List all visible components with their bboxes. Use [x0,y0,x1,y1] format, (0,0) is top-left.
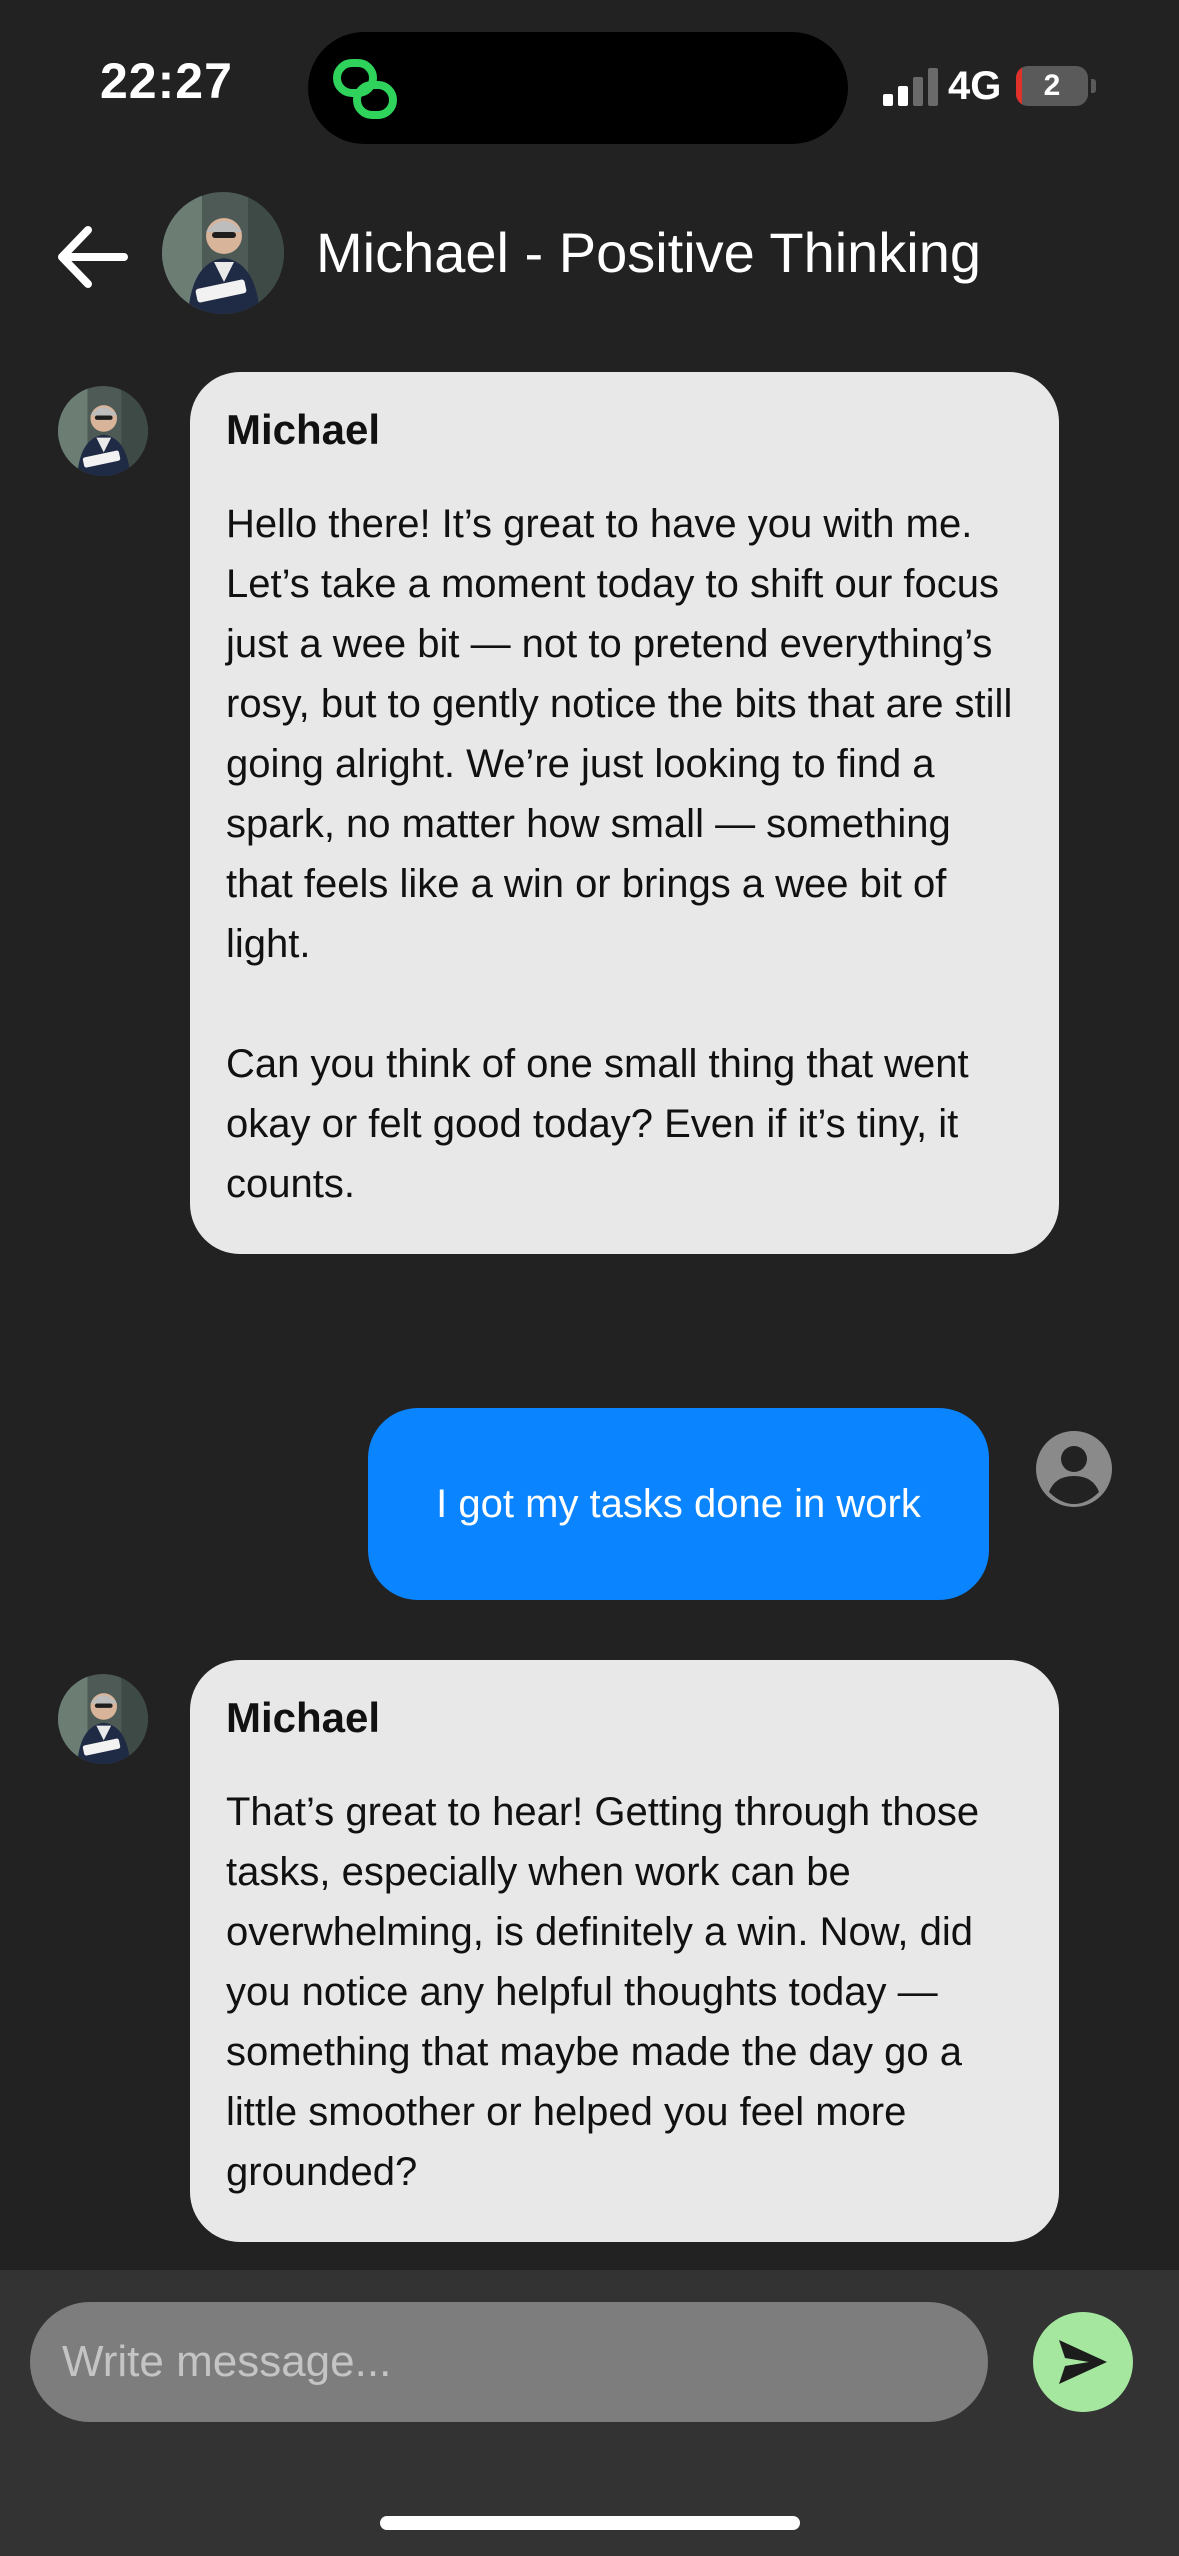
bot-avatar[interactable] [58,386,148,476]
chat-header: Michael - Positive Thinking [0,180,1179,320]
message-text: I got my tasks done in work [436,1482,921,1526]
bot-message-bubble: Michael That’s great to hear! Getting th… [190,1660,1059,2242]
link-chain-icon [333,59,397,119]
battery-cap [1091,79,1096,93]
dynamic-island [308,32,848,144]
send-arrow-icon [1059,2340,1107,2384]
chat-screen: 22:27 4G 2 Michael - Positive Thinking M… [0,0,1179,2556]
composer-bar [0,2270,1179,2556]
message-text: That’s great to hear! Getting through th… [226,1790,980,2194]
home-indicator[interactable] [380,2516,800,2530]
bot-avatar[interactable] [58,1674,148,1764]
user-message-bubble: I got my tasks done in work [368,1408,989,1600]
battery-indicator: 2 [1016,66,1096,106]
cellular-signal-icon [883,68,938,106]
status-bar: 22:27 4G 2 [0,0,1179,150]
user-avatar-icon[interactable] [1035,1430,1113,1508]
arrow-left-icon[interactable] [52,222,132,292]
message-input[interactable] [30,2302,988,2422]
battery-body: 2 [1016,66,1088,106]
bot-message-bubble: Michael Hello there! It’s great to have … [190,372,1059,1254]
send-button[interactable] [1033,2312,1133,2412]
message-text: Hello there! It’s great to have you with… [226,502,1013,1206]
message-sender: Michael [226,406,381,453]
avatar[interactable] [162,192,284,314]
status-time: 22:27 [100,53,233,109]
battery-level: 2 [1043,69,1061,102]
message-sender: Michael [226,1694,381,1741]
profile-photo-icon [58,386,148,476]
message-list: Michael Hello there! It’s great to have … [0,360,1179,2270]
profile-photo-icon [162,192,284,314]
page-title: Michael - Positive Thinking [316,221,982,284]
profile-photo-icon [58,1674,148,1764]
network-type: 4G [948,64,1002,108]
